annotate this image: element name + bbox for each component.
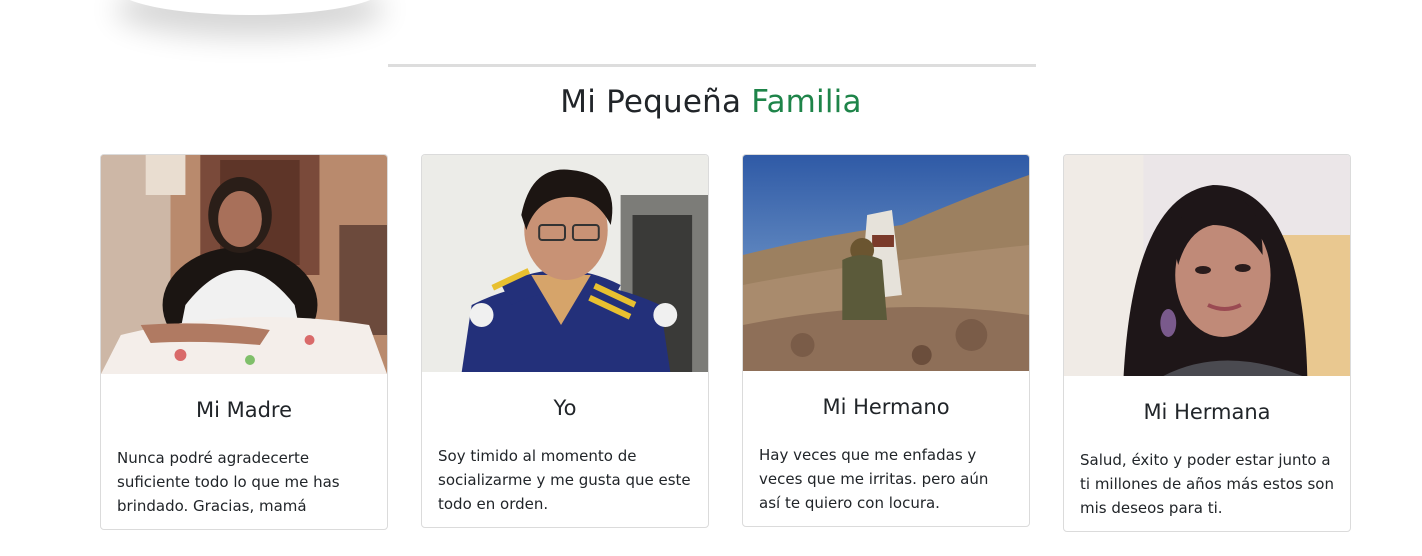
card-text: Nunca podré agradecerte suficiente todo … — [117, 449, 340, 515]
photo-self — [422, 155, 708, 372]
card-title: Mi Madre — [195, 398, 293, 422]
photo-brother — [743, 155, 1029, 371]
family-card-hermana: Mi Hermana Salud, éxito y poder estar ju… — [1063, 154, 1351, 532]
section-title-main: Mi Pequeña — [560, 84, 752, 120]
section-title: Mi Pequeña Familia — [0, 84, 1422, 120]
family-card-madre: Mi Madre Nunca podré agradecerte suficie… — [100, 154, 388, 530]
family-card-hermano: Mi Hermano Hay veces que me enfadas y ve… — [742, 154, 1030, 527]
card-title: Mi Hermano — [822, 395, 950, 419]
header-image-shadow — [115, 0, 385, 15]
card-text: Salud, éxito y poder estar junto a ti mi… — [1080, 451, 1334, 517]
section-divider — [388, 64, 1036, 67]
section-title-accent: Familia — [751, 84, 862, 120]
card-text: Hay veces que me enfadas y veces que me … — [759, 446, 989, 512]
photo-mother — [101, 155, 387, 374]
card-title: Mi Hermana — [1143, 400, 1271, 424]
card-title: Yo — [553, 396, 577, 420]
card-text: Soy timido al momento de socializarme y … — [438, 447, 691, 513]
family-card-yo: Yo Soy timido al momento de socializarme… — [421, 154, 709, 528]
photo-sister — [1064, 155, 1350, 376]
